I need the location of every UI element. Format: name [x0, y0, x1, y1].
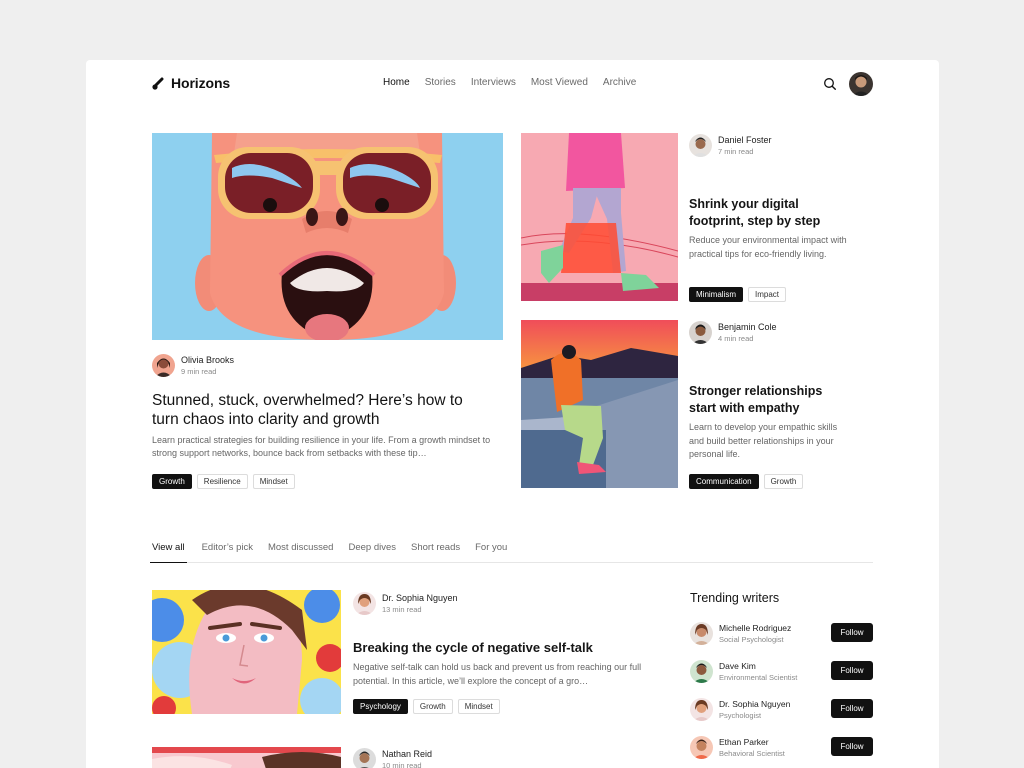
tab-view-all[interactable]: View all — [150, 540, 187, 563]
search-icon[interactable] — [823, 77, 837, 91]
article-tags: Psychology Growth Mindset — [353, 699, 500, 714]
writer-avatar[interactable] — [690, 660, 713, 683]
main-nav: Home Stories Interviews Most Viewed Arch… — [383, 77, 636, 88]
side-story-2-tags: Communication Growth — [689, 474, 804, 489]
tag-growth[interactable]: Growth — [763, 474, 804, 489]
tab-for-you[interactable]: For you — [475, 540, 507, 562]
side-story-image[interactable] — [521, 320, 678, 488]
author-name: Nathan Reid — [382, 749, 433, 759]
writer-role: Environmental Scientist — [719, 673, 798, 682]
featured-description: Learn practical strategies for building … — [152, 435, 491, 458]
nav-item-stories[interactable]: Stories — [425, 77, 456, 88]
author-avatar — [353, 748, 376, 768]
featured-image[interactable] — [152, 133, 503, 340]
brand-name: Horizons — [171, 75, 231, 91]
article-author[interactable]: Nathan Reid 10 min read — [353, 748, 432, 768]
tag-mindset[interactable]: Mindset — [457, 699, 500, 714]
author-avatar — [353, 592, 376, 615]
featured-tags: Growth Resilience Mindset — [152, 474, 295, 489]
featured-author[interactable]: Olivia Brooks 9 min read — [152, 354, 234, 377]
writer-row: Dr. Sophia Nguyen Psychologist Follow — [690, 698, 873, 724]
tag-mindset[interactable]: Mindset — [252, 474, 295, 489]
nav-item-archive[interactable]: Archive — [603, 77, 636, 88]
writer-name[interactable]: Michelle Rodriguez — [719, 623, 791, 633]
follow-button[interactable]: Follow — [831, 661, 873, 680]
writer-role: Social Psychologist — [719, 635, 784, 644]
side-story-1-title[interactable]: Shrink your digital footprint, step by s… — [689, 196, 849, 230]
trending-writers-heading: Trending writers — [690, 591, 780, 605]
nav-item-home[interactable]: Home — [383, 77, 410, 88]
writer-row: Dave Kim Environmental Scientist Follow — [690, 660, 873, 686]
author-name: Dr. Sophia Nguyen — [382, 593, 458, 603]
read-time: 4 min read — [718, 334, 754, 343]
tab-deep-dives[interactable]: Deep dives — [348, 540, 396, 562]
writer-row: Michelle Rodriguez Social Psychologist F… — [690, 622, 873, 648]
follow-button[interactable]: Follow — [831, 623, 873, 642]
writer-role: Psychologist — [719, 711, 762, 720]
tag-growth[interactable]: Growth — [412, 699, 453, 714]
side-story-1-author[interactable]: Daniel Foster 7 min read — [689, 134, 772, 157]
brand-logo[interactable]: Horizons — [152, 75, 230, 91]
writer-avatar[interactable] — [690, 736, 713, 759]
read-time: 9 min read — [181, 367, 217, 376]
writer-avatar[interactable] — [690, 622, 713, 645]
side-story-image[interactable] — [521, 133, 678, 301]
page-card: Horizons Home Stories Interviews Most Vi… — [86, 60, 939, 768]
article-author[interactable]: Dr. Sophia Nguyen 13 min read — [353, 592, 458, 615]
author-name: Olivia Brooks — [181, 355, 235, 365]
tag-resilience[interactable]: Resilience — [196, 474, 248, 489]
author-avatar — [689, 134, 712, 157]
tag-impact[interactable]: Impact — [748, 287, 787, 302]
article-image[interactable] — [152, 747, 341, 768]
author-name: Benjamin Cole — [718, 322, 777, 332]
user-avatar[interactable] — [849, 72, 873, 96]
side-story-1-description: Reduce your environmental impact with pr… — [689, 235, 847, 259]
logo-icon — [152, 77, 164, 90]
featured-title[interactable]: Stunned, stuck, overwhelmed? Here’s how … — [152, 391, 472, 429]
side-story-2-title[interactable]: Stronger relationships start with empath… — [689, 383, 849, 417]
writer-name[interactable]: Dr. Sophia Nguyen — [719, 699, 790, 709]
read-time: 10 min read — [382, 761, 422, 768]
read-time: 7 min read — [718, 147, 754, 156]
side-story-2-description: Learn to develop your empathic skills an… — [689, 422, 838, 459]
filter-tabs: View all Editor’s pick Most discussed De… — [150, 540, 873, 563]
side-story-1-tags: Minimalism Impact — [689, 287, 787, 302]
tag-communication[interactable]: Communication — [689, 474, 759, 489]
tab-short-reads[interactable]: Short reads — [411, 540, 460, 562]
side-story-2-author[interactable]: Benjamin Cole 4 min read — [689, 321, 777, 344]
tab-most-discussed[interactable]: Most discussed — [268, 540, 333, 562]
tag-minimalism[interactable]: Minimalism — [689, 287, 743, 302]
author-name: Daniel Foster — [718, 135, 772, 145]
read-time: 13 min read — [382, 605, 422, 614]
article-title[interactable]: Breaking the cycle of negative self-talk — [353, 640, 593, 655]
writer-row: Ethan Parker Behavioral Scientist Follow — [690, 736, 873, 762]
writer-avatar[interactable] — [690, 698, 713, 721]
writer-role: Behavioral Scientist — [719, 749, 785, 758]
author-avatar — [689, 321, 712, 344]
tag-growth[interactable]: Growth — [152, 474, 192, 489]
follow-button[interactable]: Follow — [831, 737, 873, 756]
tab-editors-pick[interactable]: Editor’s pick — [202, 540, 253, 562]
nav-item-interviews[interactable]: Interviews — [471, 77, 516, 88]
writer-name[interactable]: Ethan Parker — [719, 737, 769, 747]
author-avatar — [152, 354, 175, 377]
tag-psychology[interactable]: Psychology — [353, 699, 408, 714]
nav-item-most-viewed[interactable]: Most Viewed — [531, 77, 588, 88]
writer-name[interactable]: Dave Kim — [719, 661, 756, 671]
article-description: Negative self-talk can hold us back and … — [353, 662, 642, 686]
article-image[interactable] — [152, 590, 341, 714]
follow-button[interactable]: Follow — [831, 699, 873, 718]
